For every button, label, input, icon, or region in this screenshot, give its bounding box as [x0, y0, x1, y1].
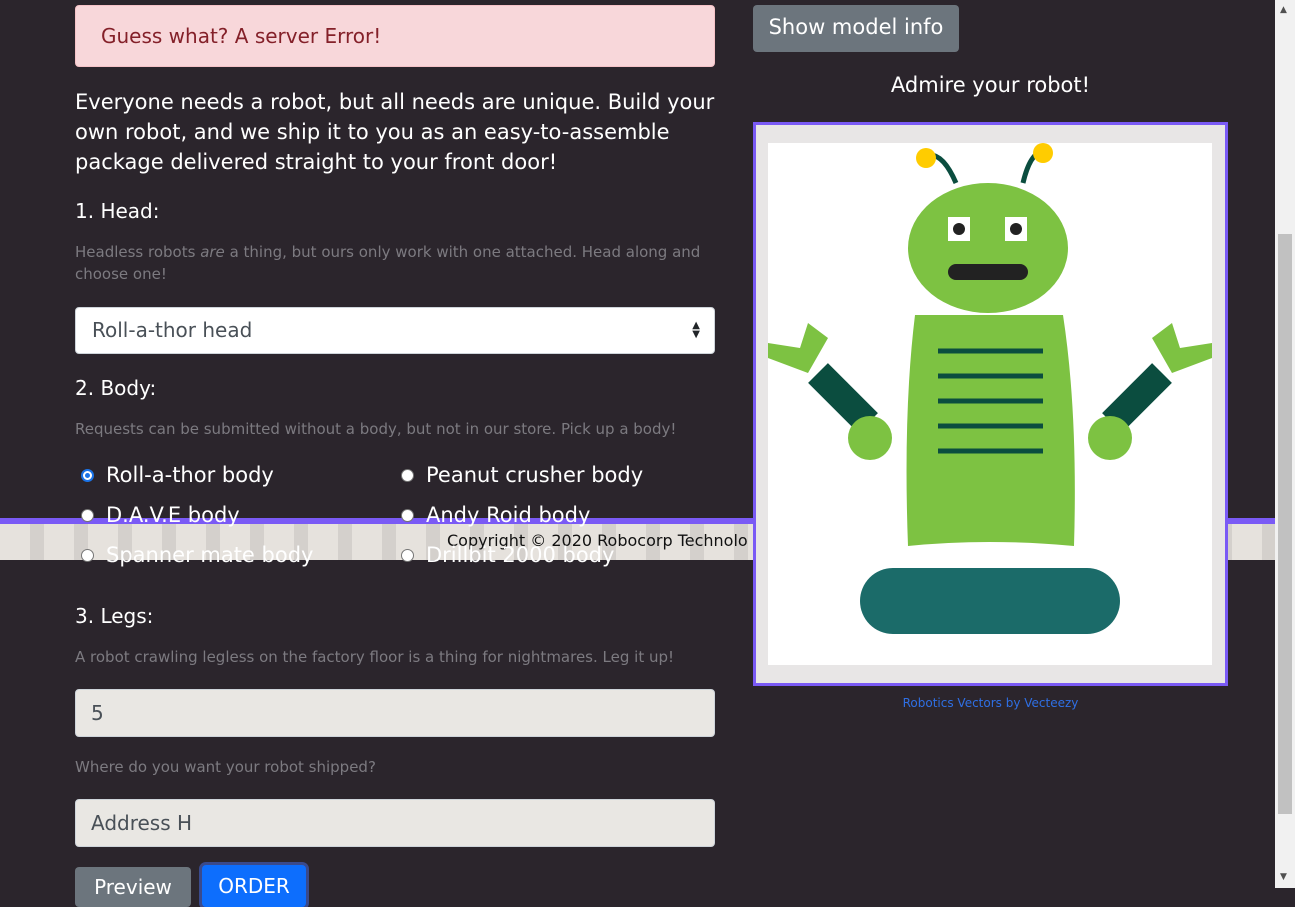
- page-scrollbar[interactable]: ▲ ▼: [1275, 0, 1295, 888]
- robot-image: [768, 143, 1212, 634]
- scrollbar-thumb[interactable]: [1278, 234, 1292, 814]
- show-model-info-button[interactable]: Show model info: [753, 5, 959, 52]
- vecteezy-credit-link[interactable]: Robotics Vectors by Vecteezy: [753, 696, 1228, 710]
- head-heading: 1. Head:: [75, 199, 160, 223]
- robot-head-icon: [908, 183, 1068, 313]
- robot-claw-right-icon: [1152, 323, 1212, 373]
- server-error-alert: Guess what? A server Error!: [75, 5, 715, 67]
- radio-icon[interactable]: [81, 548, 94, 562]
- address-input[interactable]: Address H: [75, 799, 715, 847]
- radio-icon[interactable]: [401, 468, 414, 482]
- body-option-andy-roid[interactable]: Andy Roid body: [401, 503, 590, 527]
- robot-hand-right-icon: [1088, 416, 1132, 460]
- antenna-tip-left-icon: [916, 148, 936, 168]
- robot-preview-frame: [753, 122, 1228, 686]
- robot-base-icon: [860, 568, 1120, 634]
- antenna-tip-right-icon: [1033, 143, 1053, 163]
- robot-mouth-icon: [948, 264, 1028, 280]
- radio-icon[interactable]: [81, 508, 94, 522]
- head-select-value: Roll-a-thor head: [92, 318, 253, 342]
- body-option-drillbit-2000[interactable]: Drillbit 2000 body: [401, 543, 614, 567]
- address-help: Where do you want your robot shipped?: [75, 758, 376, 776]
- radio-icon[interactable]: [401, 508, 414, 522]
- robot-arm-right-icon: [1102, 363, 1172, 433]
- body-help: Requests can be submitted without a body…: [75, 420, 677, 438]
- preview-button[interactable]: Preview: [75, 867, 191, 907]
- alert-text: Guess what? A server Error!: [101, 24, 382, 48]
- body-option-peanut-crusher[interactable]: Peanut crusher body: [401, 463, 643, 487]
- radio-checked-icon[interactable]: [81, 468, 94, 482]
- head-help: Headless robots are a thing, but ours on…: [75, 243, 701, 283]
- intro-text: Everyone needs a robot, but all needs ar…: [75, 90, 715, 174]
- head-select[interactable]: Roll-a-thor head ▲ ▼: [75, 307, 715, 354]
- legs-help: A robot crawling legless on the factory …: [75, 648, 675, 666]
- select-arrows-icon: ▲ ▼: [692, 320, 700, 340]
- legs-heading: 3. Legs:: [75, 604, 154, 628]
- robot-hand-left-icon: [848, 416, 892, 460]
- preview-title: Admire your robot!: [890, 73, 1091, 97]
- radio-icon[interactable]: [401, 548, 414, 562]
- scroll-up-icon[interactable]: ▲: [1280, 5, 1287, 15]
- body-option-dave[interactable]: D.A.V.E body: [81, 503, 240, 527]
- body-option-spanner-mate[interactable]: Spanner mate body: [81, 543, 313, 567]
- robot-claw-left-icon: [768, 323, 828, 373]
- body-heading: 2. Body:: [75, 376, 157, 400]
- order-button[interactable]: ORDER: [202, 865, 306, 907]
- robot-preview-canvas: [768, 143, 1212, 665]
- legs-input[interactable]: 5: [75, 689, 715, 737]
- body-option-roll-a-thor[interactable]: Roll-a-thor body: [81, 463, 274, 487]
- robot-arm-left-icon: [808, 363, 878, 433]
- scroll-down-icon[interactable]: ▼: [1280, 872, 1287, 882]
